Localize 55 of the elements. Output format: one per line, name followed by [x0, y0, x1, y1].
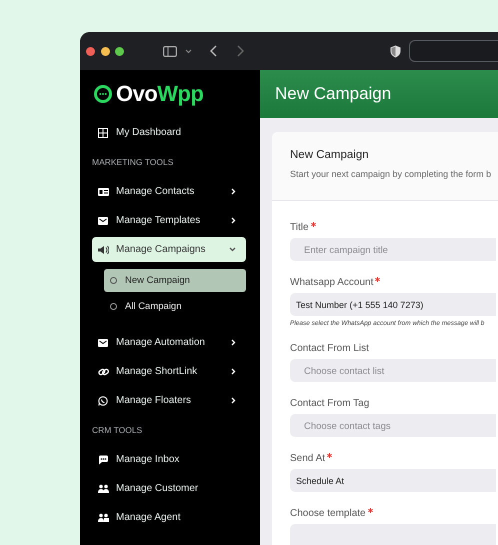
- megaphone-icon: [98, 244, 108, 254]
- chevron-right-icon: [231, 339, 236, 346]
- chat-bubble-icon: [98, 454, 108, 464]
- sidebar-item[interactable]: Manage Campaigns: [92, 237, 246, 262]
- forward-icon[interactable]: [236, 45, 244, 57]
- sidebar-item[interactable]: Manage Agent: [92, 503, 246, 532]
- sidebar-item[interactable]: Manage Inbox: [92, 445, 246, 474]
- back-icon[interactable]: [210, 45, 216, 57]
- input-field[interactable]: Choose contact list: [290, 359, 496, 382]
- chevron-right-icon: [231, 368, 236, 375]
- chevron-down-icon[interactable]: [184, 48, 192, 54]
- sidebar-item[interactable]: Manage Templates: [92, 206, 246, 235]
- logo-text: OvoWpp: [116, 81, 204, 107]
- minimize-button[interactable]: [100, 46, 110, 56]
- submenu-item[interactable]: All Campaign: [104, 294, 246, 318]
- sidebar-item[interactable]: Manage Contacts: [92, 177, 246, 206]
- envelope-icon: [98, 338, 108, 348]
- link-icon: [98, 366, 108, 376]
- field-label: Whatsapp Account: [290, 276, 374, 288]
- sidebar-item[interactable]: Manage Automation: [92, 328, 246, 357]
- sidebar-item[interactable]: My Dashboard: [92, 118, 246, 147]
- input-field[interactable]: Enter campaign title: [290, 238, 496, 261]
- card-title: New Campaign: [290, 149, 370, 161]
- card-subtitle: Start your next campaign by completing the form b: [290, 169, 492, 179]
- sidebar-item[interactable]: Manage Customer: [92, 474, 246, 503]
- envelope-icon: [98, 216, 108, 226]
- field-label: Choose template: [290, 508, 366, 518]
- sidebar-toggle-icon[interactable]: [162, 46, 176, 56]
- section-label: CRM TOOLS: [91, 424, 144, 437]
- zoom-button[interactable]: [115, 46, 124, 56]
- address-field[interactable]: [408, 40, 498, 62]
- id-card-icon: [98, 186, 108, 196]
- field-label: Title: [290, 222, 309, 232]
- users-icon: [98, 512, 108, 522]
- chat-logo-icon: [93, 84, 113, 104]
- field-label: Send At: [290, 452, 326, 464]
- sidebar-item[interactable]: Manage ShortLink: [92, 357, 246, 386]
- page-title: New Campaign: [260, 70, 498, 118]
- input-field[interactable]: Test Number (+1 555 140 7273): [290, 293, 496, 316]
- chevron-right-icon: [231, 217, 236, 224]
- chevron-right-icon: [231, 188, 236, 195]
- field-label: Contact From List: [290, 342, 369, 354]
- input-field[interactable]: Choose contact tags: [290, 414, 496, 437]
- input-field[interactable]: Schedule At: [290, 469, 496, 492]
- close-button[interactable]: [86, 46, 95, 56]
- grid-icon: [98, 128, 108, 138]
- chevron-down-icon: [229, 247, 236, 252]
- submenu-item[interactable]: New Campaign: [104, 268, 246, 292]
- whatsapp-icon: [98, 396, 108, 406]
- field-label: Contact From Tag: [290, 398, 370, 408]
- section-label: MARKETING TOOLS: [91, 156, 174, 169]
- sidebar-item[interactable]: Manage Floaters: [92, 386, 246, 415]
- users-icon: [98, 484, 108, 494]
- shield-icon[interactable]: [390, 44, 400, 58]
- chevron-right-icon: [231, 397, 236, 404]
